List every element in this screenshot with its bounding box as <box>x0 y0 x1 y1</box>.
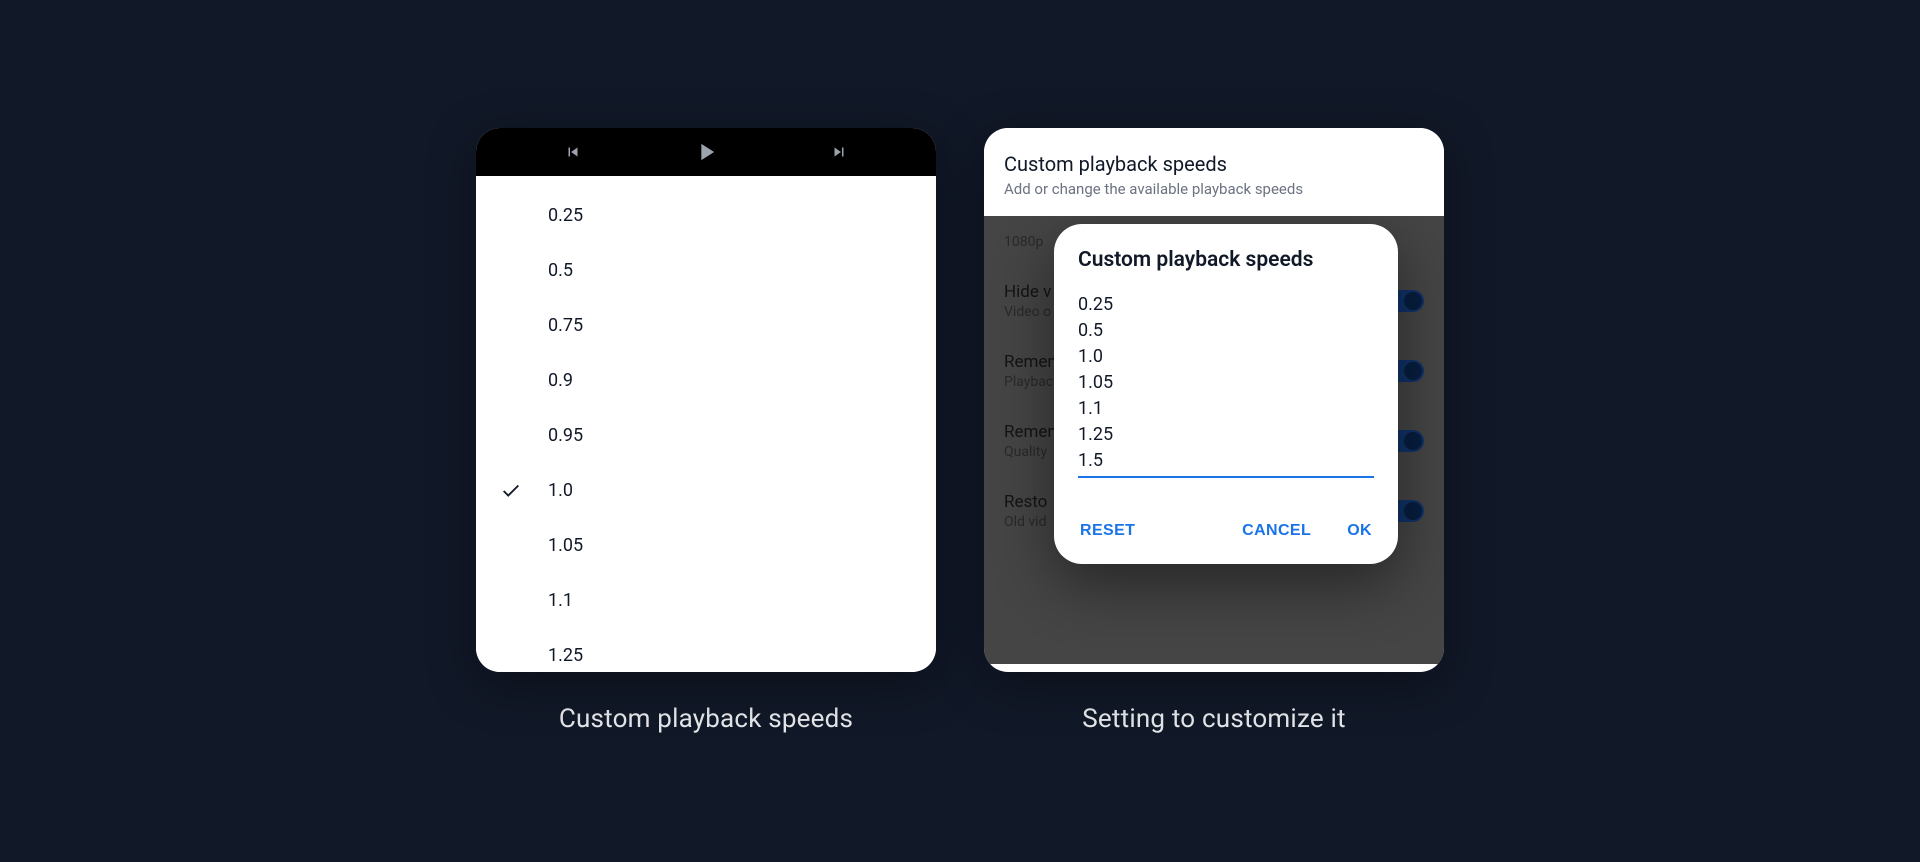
settings-header[interactable]: Custom playback speeds Add or change the… <box>984 128 1444 216</box>
check-icon <box>500 480 548 502</box>
player-speed-menu-panel: 0.25 0.5 0.75 0.9 0.95 1.0 1.05 1.1 1.25 <box>476 128 936 672</box>
next-track-icon[interactable] <box>830 143 848 161</box>
cancel-button[interactable]: CANCEL <box>1240 518 1313 544</box>
speed-option[interactable]: 1.0 <box>476 463 936 518</box>
play-icon[interactable] <box>692 138 720 166</box>
playback-speeds-input[interactable] <box>1078 292 1374 478</box>
ok-button[interactable]: OK <box>1345 518 1374 544</box>
settings-with-dialog-panel: Custom playback speeds Add or change the… <box>984 128 1444 672</box>
reset-button[interactable]: RESET <box>1078 518 1137 544</box>
speed-option[interactable]: 1.1 <box>476 573 936 628</box>
speed-option-label: 1.0 <box>548 480 573 501</box>
settings-header-title: Custom playback speeds <box>1004 152 1424 176</box>
speed-option-label: 0.5 <box>548 260 573 281</box>
player-controls-bar <box>476 128 936 176</box>
speed-option[interactable]: 0.25 <box>476 188 936 243</box>
speed-option-label: 0.95 <box>548 425 583 446</box>
speed-option-label: 0.75 <box>548 315 583 336</box>
speed-option[interactable]: 0.75 <box>476 298 936 353</box>
speed-option-label: 1.25 <box>548 645 583 666</box>
speed-option[interactable]: 0.95 <box>476 408 936 463</box>
speed-option[interactable]: 0.9 <box>476 353 936 408</box>
speed-option-label: 0.9 <box>548 370 573 391</box>
speed-option[interactable]: 0.5 <box>476 243 936 298</box>
left-caption: Custom playback speeds <box>559 704 853 734</box>
speed-option[interactable]: 1.05 <box>476 518 936 573</box>
speed-option[interactable]: 1.25 <box>476 628 936 672</box>
dialog-actions: RESET CANCEL OK <box>1078 518 1374 544</box>
custom-playback-speeds-dialog: Custom playback speeds RESET CANCEL OK <box>1054 224 1398 564</box>
playback-speed-list: 0.25 0.5 0.75 0.9 0.95 1.0 1.05 1.1 1.25 <box>476 176 936 672</box>
speed-option-label: 1.1 <box>548 590 573 611</box>
settings-header-subtitle: Add or change the available playback spe… <box>1004 180 1424 198</box>
speed-option-label: 0.25 <box>548 205 583 226</box>
previous-track-icon[interactable] <box>564 143 582 161</box>
right-caption: Setting to customize it <box>1082 704 1345 734</box>
dialog-title: Custom playback speeds <box>1078 248 1374 272</box>
speed-option-label: 1.05 <box>548 535 583 556</box>
